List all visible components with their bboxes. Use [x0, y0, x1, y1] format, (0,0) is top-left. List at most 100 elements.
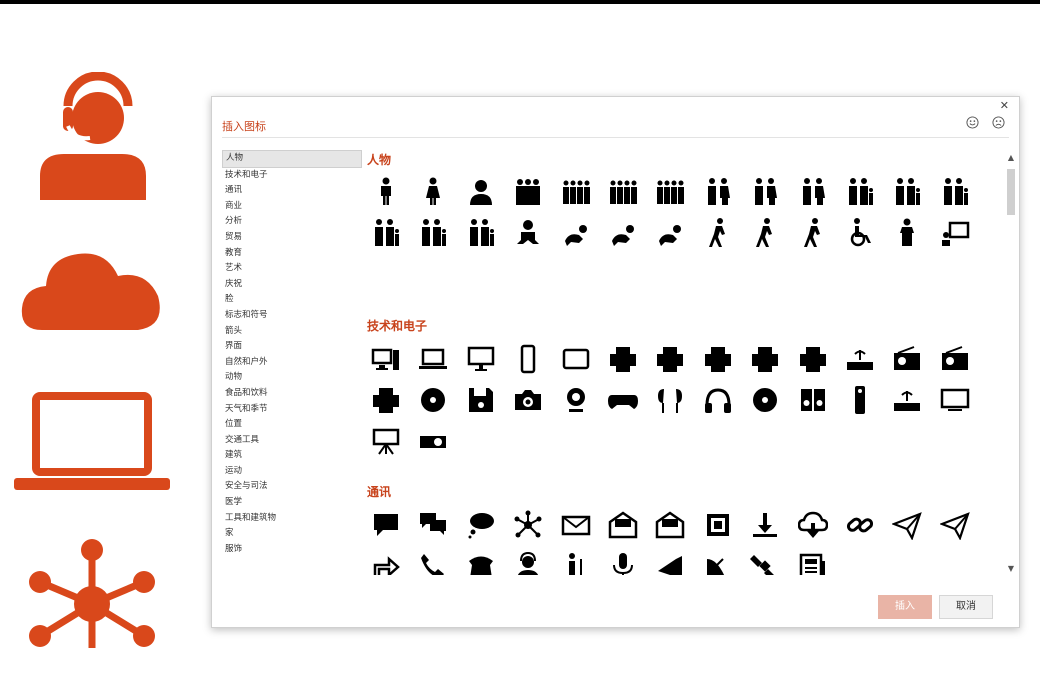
- mic-icon[interactable]: [604, 548, 642, 575]
- radio-icon[interactable]: [888, 341, 926, 377]
- share-icon[interactable]: [367, 548, 405, 575]
- tablet-icon[interactable]: [557, 341, 595, 377]
- monitor-icon[interactable]: [462, 341, 500, 377]
- board-icon[interactable]: [936, 214, 974, 250]
- wheel-icon[interactable]: [841, 214, 879, 250]
- person-icon[interactable]: [367, 173, 405, 209]
- category-item[interactable]: 人物: [222, 150, 362, 168]
- couple-icon[interactable]: [699, 173, 737, 209]
- category-item[interactable]: 艺术: [222, 261, 362, 277]
- walk-icon[interactable]: [746, 214, 784, 250]
- router-icon[interactable]: [841, 341, 879, 377]
- computer-icon[interactable]: [367, 341, 405, 377]
- deskphone-icon[interactable]: [462, 548, 500, 575]
- category-item[interactable]: 动物: [222, 370, 362, 386]
- bubbles-icon[interactable]: [414, 507, 452, 543]
- category-item[interactable]: 医学: [222, 495, 362, 511]
- category-item[interactable]: 通讯: [222, 183, 362, 199]
- category-item[interactable]: 界面: [222, 339, 362, 355]
- category-item[interactable]: 标志和符号: [222, 308, 362, 324]
- family-icon[interactable]: [936, 173, 974, 209]
- headphones-icon[interactable]: [699, 382, 737, 418]
- family-icon[interactable]: [462, 214, 500, 250]
- link-icon[interactable]: [841, 507, 879, 543]
- radio-icon[interactable]: [936, 341, 974, 377]
- category-item[interactable]: 庆祝: [222, 277, 362, 293]
- handset-icon[interactable]: [414, 548, 452, 575]
- printer-icon[interactable]: [604, 341, 642, 377]
- mail-icon[interactable]: [557, 507, 595, 543]
- group3-icon[interactable]: [509, 173, 547, 209]
- scroll-down-icon[interactable]: ▼: [1007, 564, 1015, 573]
- group4-icon[interactable]: [651, 173, 689, 209]
- category-item[interactable]: 自然和户外: [222, 355, 362, 371]
- printer-icon[interactable]: [746, 341, 784, 377]
- category-item[interactable]: 工具和建筑物: [222, 511, 362, 527]
- mailopen-icon[interactable]: [604, 507, 642, 543]
- baby-icon[interactable]: [509, 214, 547, 250]
- group4-icon[interactable]: [557, 173, 595, 209]
- couple-icon[interactable]: [794, 173, 832, 209]
- laptop-icon[interactable]: [414, 341, 452, 377]
- dish-icon[interactable]: [699, 548, 737, 575]
- floppy-icon[interactable]: [462, 382, 500, 418]
- woman-icon[interactable]: [414, 173, 452, 209]
- router-icon[interactable]: [888, 382, 926, 418]
- crawl-icon[interactable]: [557, 214, 595, 250]
- bust-icon[interactable]: [462, 173, 500, 209]
- close-icon[interactable]: ✕: [1000, 99, 1009, 112]
- category-item[interactable]: 交通工具: [222, 433, 362, 449]
- news-icon[interactable]: [794, 548, 832, 575]
- download-icon[interactable]: [746, 507, 784, 543]
- family-icon[interactable]: [414, 214, 452, 250]
- plane-icon[interactable]: [888, 507, 926, 543]
- category-item[interactable]: 安全与司法: [222, 479, 362, 495]
- disc-icon[interactable]: [746, 382, 784, 418]
- webcam-icon[interactable]: [557, 382, 595, 418]
- projector-icon[interactable]: [414, 423, 452, 459]
- tv-icon[interactable]: [936, 382, 974, 418]
- easel-icon[interactable]: [367, 423, 405, 459]
- category-item[interactable]: 教育: [222, 246, 362, 262]
- smile-feedback-icon[interactable]: [966, 116, 979, 129]
- mailopen-icon[interactable]: [651, 507, 689, 543]
- family-icon[interactable]: [367, 214, 405, 250]
- group4-icon[interactable]: [604, 173, 642, 209]
- bubble-icon[interactable]: [367, 507, 405, 543]
- category-item[interactable]: 技术和电子: [222, 168, 362, 184]
- category-item[interactable]: 建筑: [222, 448, 362, 464]
- insert-button[interactable]: 插入: [878, 595, 932, 619]
- scroll-thumb[interactable]: [1007, 169, 1015, 215]
- printer-icon[interactable]: [699, 341, 737, 377]
- category-item[interactable]: 服饰: [222, 542, 362, 558]
- category-item[interactable]: 位置: [222, 417, 362, 433]
- category-item[interactable]: 家: [222, 526, 362, 542]
- couple-icon[interactable]: [746, 173, 784, 209]
- walk-icon[interactable]: [699, 214, 737, 250]
- crawl-icon[interactable]: [651, 214, 689, 250]
- remote-icon[interactable]: [841, 382, 879, 418]
- sat-icon[interactable]: [746, 548, 784, 575]
- agent-icon[interactable]: [509, 548, 547, 575]
- stamp-icon[interactable]: [699, 507, 737, 543]
- family-icon[interactable]: [888, 173, 926, 209]
- crawl-icon[interactable]: [604, 214, 642, 250]
- earbuds-icon[interactable]: [651, 382, 689, 418]
- category-item[interactable]: 贸易: [222, 230, 362, 246]
- category-item[interactable]: 天气和季节: [222, 402, 362, 418]
- category-item[interactable]: 分析: [222, 214, 362, 230]
- clouddl-icon[interactable]: [794, 507, 832, 543]
- hub-icon[interactable]: [509, 507, 547, 543]
- walk-icon[interactable]: [794, 214, 832, 250]
- scroll-up-icon[interactable]: ▲: [1007, 153, 1015, 162]
- category-item[interactable]: 食品和饮料: [222, 386, 362, 402]
- plane-icon[interactable]: [936, 507, 974, 543]
- frown-feedback-icon[interactable]: [992, 116, 1005, 129]
- printer-icon[interactable]: [794, 341, 832, 377]
- disc-icon[interactable]: [414, 382, 452, 418]
- horn-icon[interactable]: [651, 548, 689, 575]
- podium-icon[interactable]: [888, 214, 926, 250]
- gamepad-icon[interactable]: [604, 382, 642, 418]
- phone-icon[interactable]: [509, 341, 547, 377]
- category-item[interactable]: 运动: [222, 464, 362, 480]
